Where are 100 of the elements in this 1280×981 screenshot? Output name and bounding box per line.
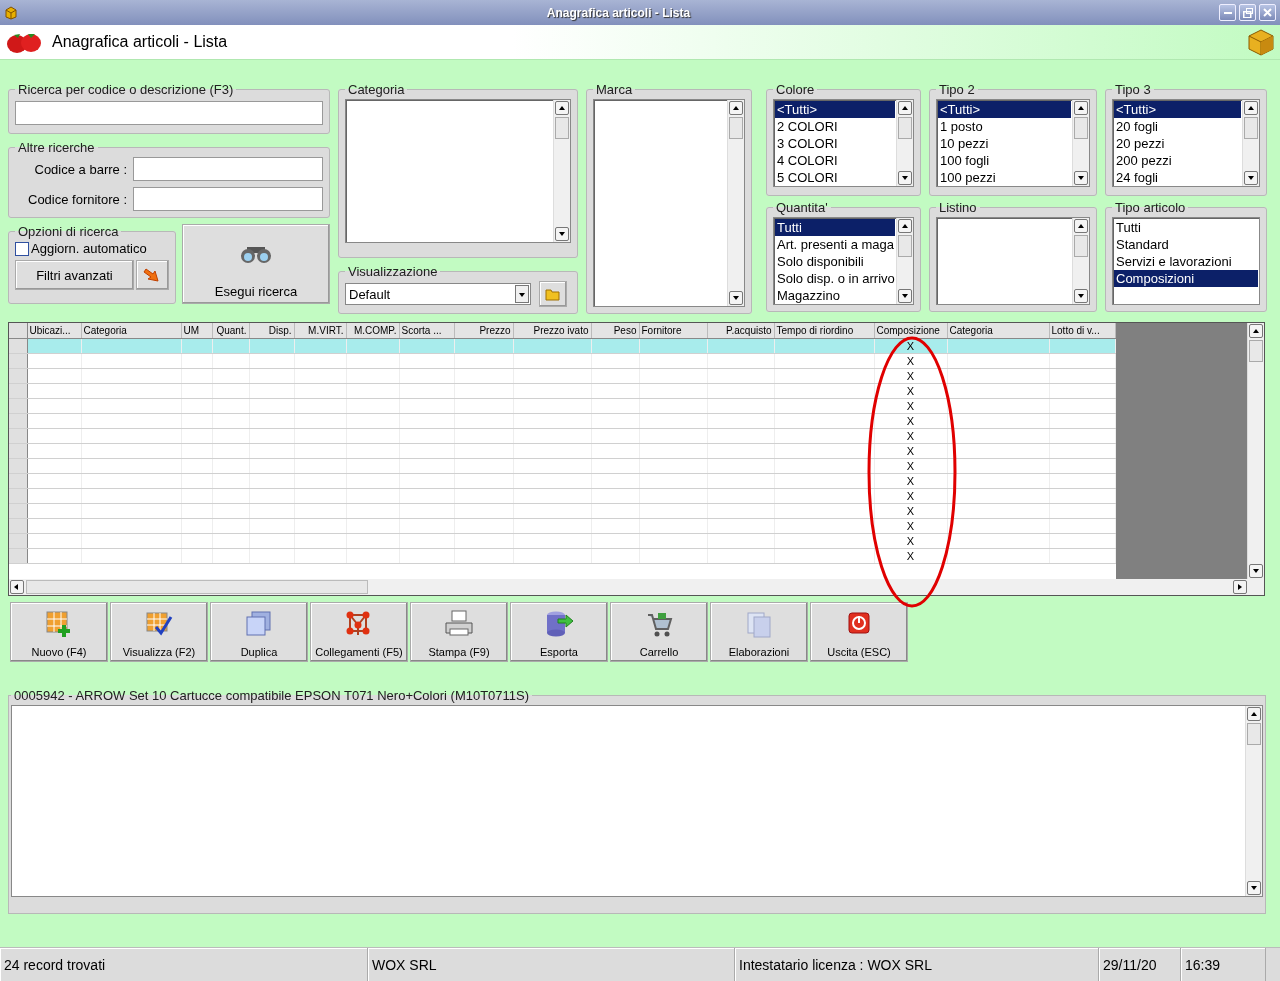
scrollbar[interactable] xyxy=(1242,100,1259,186)
scrollbar[interactable] xyxy=(727,100,744,306)
column-header[interactable]: Categoria xyxy=(81,323,181,338)
list-item[interactable]: Servizi e lavorazioni xyxy=(1114,253,1258,270)
checkbox-box[interactable] xyxy=(15,241,29,256)
column-header[interactable]: Fornitore xyxy=(639,323,707,338)
search-button[interactable]: Esegui ricerca xyxy=(182,224,330,304)
scroll-thumb[interactable] xyxy=(1074,235,1088,257)
scroll-up-button[interactable] xyxy=(729,101,743,115)
list-item[interactable]: Tutti xyxy=(1114,219,1258,236)
column-header[interactable]: Ubicazi... xyxy=(27,323,81,338)
toolbar-button[interactable]: Visualizza (F2) xyxy=(110,602,208,662)
toolbar-button[interactable]: Esporta xyxy=(510,602,608,662)
column-header[interactable]: Tempo di riordino xyxy=(774,323,874,338)
scrollbar[interactable] xyxy=(1245,706,1262,896)
list-item[interactable]: Solo disp. o in arrivo xyxy=(775,270,895,287)
scroll-down-button[interactable] xyxy=(729,291,743,305)
list-item[interactable]: <Tutti> xyxy=(1114,101,1241,118)
list-item[interactable]: Tutti xyxy=(775,219,895,236)
scroll-down-button[interactable] xyxy=(1247,881,1261,895)
list-box[interactable]: Tutti Standard Servizi e lavorazioni Composizioni xyxy=(1112,217,1260,305)
column-header[interactable]: Lotto di v... xyxy=(1049,323,1115,338)
scroll-up-button[interactable] xyxy=(898,219,912,233)
column-header[interactable]: Prezzo ivato xyxy=(513,323,591,338)
scrollbar[interactable] xyxy=(896,100,913,186)
list-item[interactable]: 24 fogli xyxy=(1114,169,1241,186)
list-item[interactable]: Solo disponibili xyxy=(775,253,895,270)
scroll-down-button[interactable] xyxy=(898,171,912,185)
list-box[interactable]: <Tutti> 20 fogli 20 pezzi 200 pezzi 24 fogli xyxy=(1112,99,1260,187)
list-item[interactable]: 3 COLORI xyxy=(775,135,895,152)
scroll-down-button[interactable] xyxy=(1074,289,1088,303)
scroll-thumb[interactable] xyxy=(1074,117,1088,139)
scroll-thumb[interactable] xyxy=(26,580,368,594)
scroll-thumb[interactable] xyxy=(555,117,569,139)
scrollbar[interactable] xyxy=(896,218,913,304)
toolbar-button[interactable]: Duplica xyxy=(210,602,308,662)
column-header[interactable]: UM xyxy=(181,323,212,338)
scroll-down-button[interactable] xyxy=(1244,171,1258,185)
list-item[interactable]: 1 posto xyxy=(938,118,1071,135)
toolbar-button[interactable]: Uscita (ESC) xyxy=(810,602,908,662)
scroll-thumb[interactable] xyxy=(898,117,912,139)
scroll-right-button[interactable] xyxy=(1233,580,1247,594)
toolbar-button[interactable]: Elaborazioni xyxy=(710,602,808,662)
scroll-thumb[interactable] xyxy=(1249,340,1263,362)
list-item[interactable]: 100 pezzi xyxy=(938,169,1071,186)
list-item[interactable]: 4 COLORI xyxy=(775,152,895,169)
scroll-up-button[interactable] xyxy=(1247,707,1261,721)
input-field[interactable] xyxy=(133,157,323,181)
scroll-down-button[interactable] xyxy=(898,289,912,303)
list-item[interactable]: <Tutti> xyxy=(938,101,1071,118)
column-header[interactable]: Quant. xyxy=(212,323,249,338)
list-item[interactable]: 2 COLORI xyxy=(775,118,895,135)
scrollbar[interactable] xyxy=(1247,323,1264,579)
scroll-thumb[interactable] xyxy=(898,235,912,257)
list-item[interactable]: 10 pezzi xyxy=(938,135,1071,152)
scroll-down-button[interactable] xyxy=(1074,171,1088,185)
maximize-button[interactable] xyxy=(1239,4,1256,21)
folder-button[interactable] xyxy=(539,281,567,307)
scroll-down-button[interactable] xyxy=(555,227,569,241)
list-item[interactable]: Standard xyxy=(1114,236,1258,253)
list-box[interactable]: Tutti Art. presenti a maga Solo disponibili Solo disp. o in arrivo Magazzino xyxy=(773,217,914,305)
advanced-filters-button[interactable]: Filtri avanzati xyxy=(15,260,134,290)
column-header[interactable]: P.acquisto xyxy=(707,323,774,338)
scroll-up-button[interactable] xyxy=(898,101,912,115)
list-item[interactable]: Composizioni xyxy=(1114,270,1258,287)
scroll-up-button[interactable] xyxy=(555,101,569,115)
list-item[interactable]: Art. presenti a maga xyxy=(775,236,895,253)
scrollbar[interactable] xyxy=(1072,218,1089,304)
column-header[interactable]: Peso xyxy=(591,323,639,338)
scroll-up-button[interactable] xyxy=(1249,324,1263,338)
list-item[interactable]: 20 pezzi xyxy=(1114,135,1241,152)
list-box[interactable]: <Tutti> 1 posto 10 pezzi 100 fogli 100 pezzi xyxy=(936,99,1090,187)
list-item[interactable]: 5 COLORI xyxy=(775,169,895,186)
list-item[interactable]: 200 pezzi xyxy=(1114,152,1241,169)
list-item[interactable]: Magazzino xyxy=(775,287,895,304)
close-button[interactable] xyxy=(1259,4,1276,21)
toolbar-button[interactable]: Carrello xyxy=(610,602,708,662)
column-header[interactable]: Disp. xyxy=(249,323,294,338)
scroll-up-button[interactable] xyxy=(1074,101,1088,115)
column-header[interactable]: M.VIRT. xyxy=(294,323,346,338)
scrollbar[interactable] xyxy=(9,579,1264,595)
checkbox[interactable]: Aggiorn. automatico xyxy=(15,241,169,256)
column-header[interactable]: Categoria xyxy=(947,323,1049,338)
scroll-up-button[interactable] xyxy=(1074,219,1088,233)
search-field[interactable] xyxy=(15,101,323,125)
list-box[interactable] xyxy=(936,217,1090,305)
scrollbar[interactable] xyxy=(1072,100,1089,186)
list-item[interactable]: 20 fogli xyxy=(1114,118,1241,135)
scroll-thumb[interactable] xyxy=(1244,117,1258,139)
column-header[interactable]: Scorta ... xyxy=(399,323,454,338)
scrollbar[interactable] xyxy=(553,100,570,242)
scroll-left-button[interactable] xyxy=(10,580,24,594)
minimize-button[interactable] xyxy=(1219,4,1236,21)
scroll-thumb[interactable] xyxy=(1247,723,1261,745)
view-dropdown[interactable]: Default xyxy=(345,283,531,305)
scroll-down-button[interactable] xyxy=(1249,564,1263,578)
column-header[interactable]: Prezzo xyxy=(454,323,513,338)
toolbar-button[interactable]: Collegamenti (F5) xyxy=(310,602,408,662)
scroll-thumb[interactable] xyxy=(729,117,743,139)
toolbar-button[interactable]: Stampa (F9) xyxy=(410,602,508,662)
